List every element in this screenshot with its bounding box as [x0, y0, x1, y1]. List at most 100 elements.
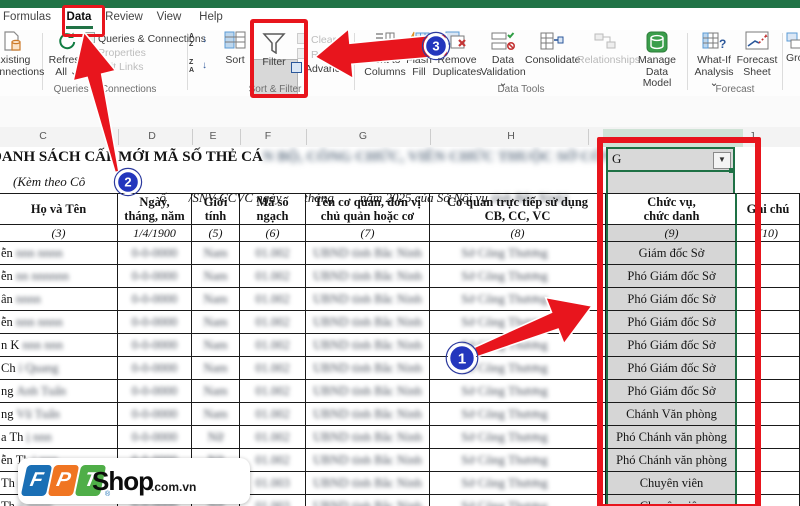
- table-header-gender[interactable]: Giới tính: [192, 193, 240, 225]
- cell-date-row1[interactable]: 0-0-0000: [118, 242, 192, 265]
- table-header-code[interactable]: Mã số ngạch: [240, 193, 306, 225]
- cell-gender-row9[interactable]: Nữ: [192, 426, 240, 449]
- cell-org-row12[interactable]: UBND tỉnh Bắc Ninh: [306, 495, 430, 506]
- cell-agency-row4[interactable]: Sở Công Thương: [430, 311, 606, 334]
- cell-code-row7[interactable]: 01.002: [240, 380, 306, 403]
- cell-name-row8[interactable]: ng Vũ Tuấn: [0, 403, 118, 426]
- cell-agency-row5[interactable]: Sở Công Thương: [430, 334, 606, 357]
- cell-name-row7[interactable]: ng Anh Tuấn: [0, 380, 118, 403]
- formula-bar-strip[interactable]: [0, 96, 800, 128]
- cell-code-row12[interactable]: 01.003: [240, 495, 306, 506]
- cell-org-row8[interactable]: UBND tỉnh Bắc Ninh: [306, 403, 430, 426]
- column-header-h[interactable]: H: [507, 130, 515, 142]
- forecast-sheet-icon: [735, 31, 779, 53]
- ribbon-tab-formulas[interactable]: Formulas: [3, 11, 51, 23]
- cell-code-row5[interactable]: 01.002: [240, 334, 306, 357]
- cell-name-row2[interactable]: ễn nn nnnnnn: [0, 265, 118, 288]
- cell-agency-row6[interactable]: Sở Công Thương: [430, 357, 606, 380]
- blurred-code: 01.002: [255, 315, 290, 329]
- column-header-d[interactable]: D: [148, 130, 156, 142]
- table-subheader-date[interactable]: 1/4/1900: [118, 225, 192, 242]
- blurred-agency: Sở Công Thương: [461, 430, 548, 444]
- table-subheader-org[interactable]: (7): [306, 225, 430, 242]
- properties-icon: [84, 46, 95, 57]
- cell-org-row6[interactable]: UBND tỉnh Bắc Ninh: [306, 357, 430, 380]
- blurred-date: 0-0-0000: [131, 246, 178, 260]
- cell-org-row10[interactable]: UBND tỉnh Bắc Ninh: [306, 449, 430, 472]
- ribbon-tab-view[interactable]: View: [157, 11, 182, 23]
- cell-org-row9[interactable]: UBND tỉnh Bắc Ninh: [306, 426, 430, 449]
- cell-gender-row8[interactable]: Nam: [192, 403, 240, 426]
- cell-date-row7[interactable]: 0-0-0000: [118, 380, 192, 403]
- cell-agency-row12[interactable]: Sở Công Thương: [430, 495, 606, 506]
- table-header-org[interactable]: Tên cơ quan, đơn vị chủ quản hoặc cơ: [306, 193, 430, 225]
- ribbon-tab-review[interactable]: Review: [105, 11, 143, 23]
- cell-name-row6[interactable]: Ch í Quang: [0, 357, 118, 380]
- cell-date-row2[interactable]: 0-0-0000: [118, 265, 192, 288]
- blurred-code: 01.002: [255, 269, 290, 283]
- ribbon-tab-help[interactable]: Help: [199, 11, 223, 23]
- sort-az-button[interactable]: A Z ↓: [189, 33, 207, 55]
- cell-date-row9[interactable]: 0-0-0000: [118, 426, 192, 449]
- table-header-agency[interactable]: Cơ quan trực tiếp sử dụng CB, CC, VC: [430, 193, 606, 225]
- cell-gender-row6[interactable]: Nam: [192, 357, 240, 380]
- cell-name-row5[interactable]: n Knnn nnn: [0, 334, 118, 357]
- cell-org-row4[interactable]: UBND tỉnh Bắc Ninh: [306, 311, 430, 334]
- cell-gender-row4[interactable]: Nam: [192, 311, 240, 334]
- cell-gender-row5[interactable]: Nam: [192, 334, 240, 357]
- cell-agency-row3[interactable]: Sở Công Thương: [430, 288, 606, 311]
- table-subheader-code[interactable]: (6): [240, 225, 306, 242]
- blurred-gender: Nam: [203, 338, 228, 352]
- existing-connections-button[interactable]: Existing Connections: [0, 31, 44, 93]
- cell-org-row2[interactable]: UBND tỉnh Bắc Ninh: [306, 265, 430, 288]
- cell-date-row5[interactable]: 0-0-0000: [118, 334, 192, 357]
- cell-org-row5[interactable]: UBND tỉnh Bắc Ninh: [306, 334, 430, 357]
- cell-name-row9[interactable]: a Th ị nnn: [0, 426, 118, 449]
- cell-code-row4[interactable]: 01.002: [240, 311, 306, 334]
- cell-agency-row1[interactable]: Sở Công Thương: [430, 242, 606, 265]
- cell-org-row7[interactable]: UBND tỉnh Bắc Ninh: [306, 380, 430, 403]
- group-button[interactable]: Gro: [786, 31, 800, 93]
- cell-code-row8[interactable]: 01.002: [240, 403, 306, 426]
- cell-gender-row7[interactable]: Nam: [192, 380, 240, 403]
- table-subheader-gender[interactable]: (5): [192, 225, 240, 242]
- cell-agency-row9[interactable]: Sở Công Thương: [430, 426, 606, 449]
- cell-name-row1[interactable]: ễn nnn nnnn: [0, 242, 118, 265]
- column-header-g[interactable]: G: [359, 130, 367, 142]
- cell-agency-row10[interactable]: Sở Công Thương: [430, 449, 606, 472]
- group-outline-icon: [786, 31, 800, 53]
- cell-agency-row2[interactable]: Sở Công Thương: [430, 265, 606, 288]
- cell-code-row9[interactable]: 01.002: [240, 426, 306, 449]
- cell-code-row1[interactable]: 01.002: [240, 242, 306, 265]
- cell-agency-row7[interactable]: Sở Công Thương: [430, 380, 606, 403]
- cell-org-row3[interactable]: UBND tỉnh Bắc Ninh: [306, 288, 430, 311]
- cell-agency-row11[interactable]: Sở Công Thương: [430, 472, 606, 495]
- cell-date-row3[interactable]: 0-0-0000: [118, 288, 192, 311]
- cell-code-row2[interactable]: 01.002: [240, 265, 306, 288]
- cell-agency-row8[interactable]: Sở Công Thương: [430, 403, 606, 426]
- blurred-agency: Sở Công Thương: [461, 246, 548, 260]
- cell-code-row3[interactable]: 01.002: [240, 288, 306, 311]
- cell-gender-row1[interactable]: Nam: [192, 242, 240, 265]
- blurred-code: 01.002: [255, 292, 290, 306]
- cell-name-row3[interactable]: ân nnnn: [0, 288, 118, 311]
- table-header-date[interactable]: Ngày, tháng, năm: [118, 193, 192, 225]
- sort-za-button[interactable]: Z A ↓: [189, 59, 207, 81]
- cell-gender-row2[interactable]: Nam: [192, 265, 240, 288]
- cell-date-row6[interactable]: 0-0-0000: [118, 357, 192, 380]
- table-header-name[interactable]: Họ và Tên: [0, 193, 118, 225]
- cell-date-row4[interactable]: 0-0-0000: [118, 311, 192, 334]
- table-subheader-name[interactable]: (3): [0, 225, 118, 242]
- cell-code-row6[interactable]: 01.002: [240, 357, 306, 380]
- column-header-f[interactable]: F: [265, 130, 271, 142]
- svg-text:?: ?: [719, 37, 726, 51]
- cell-org-row11[interactable]: UBND tỉnh Bắc Ninh: [306, 472, 430, 495]
- column-header-c[interactable]: C: [39, 130, 47, 142]
- document-title: DANH SÁCH CẤP MỚI MÃ SỐ THẺ CÁN BỘ, CÔNG…: [0, 149, 697, 165]
- table-subheader-agency[interactable]: (8): [430, 225, 606, 242]
- column-header-e[interactable]: E: [209, 130, 216, 142]
- cell-gender-row3[interactable]: Nam: [192, 288, 240, 311]
- cell-name-row4[interactable]: ễn nnn nnnn: [0, 311, 118, 334]
- cell-org-row1[interactable]: UBND tỉnh Bắc Ninh: [306, 242, 430, 265]
- cell-date-row8[interactable]: 0-0-0000: [118, 403, 192, 426]
